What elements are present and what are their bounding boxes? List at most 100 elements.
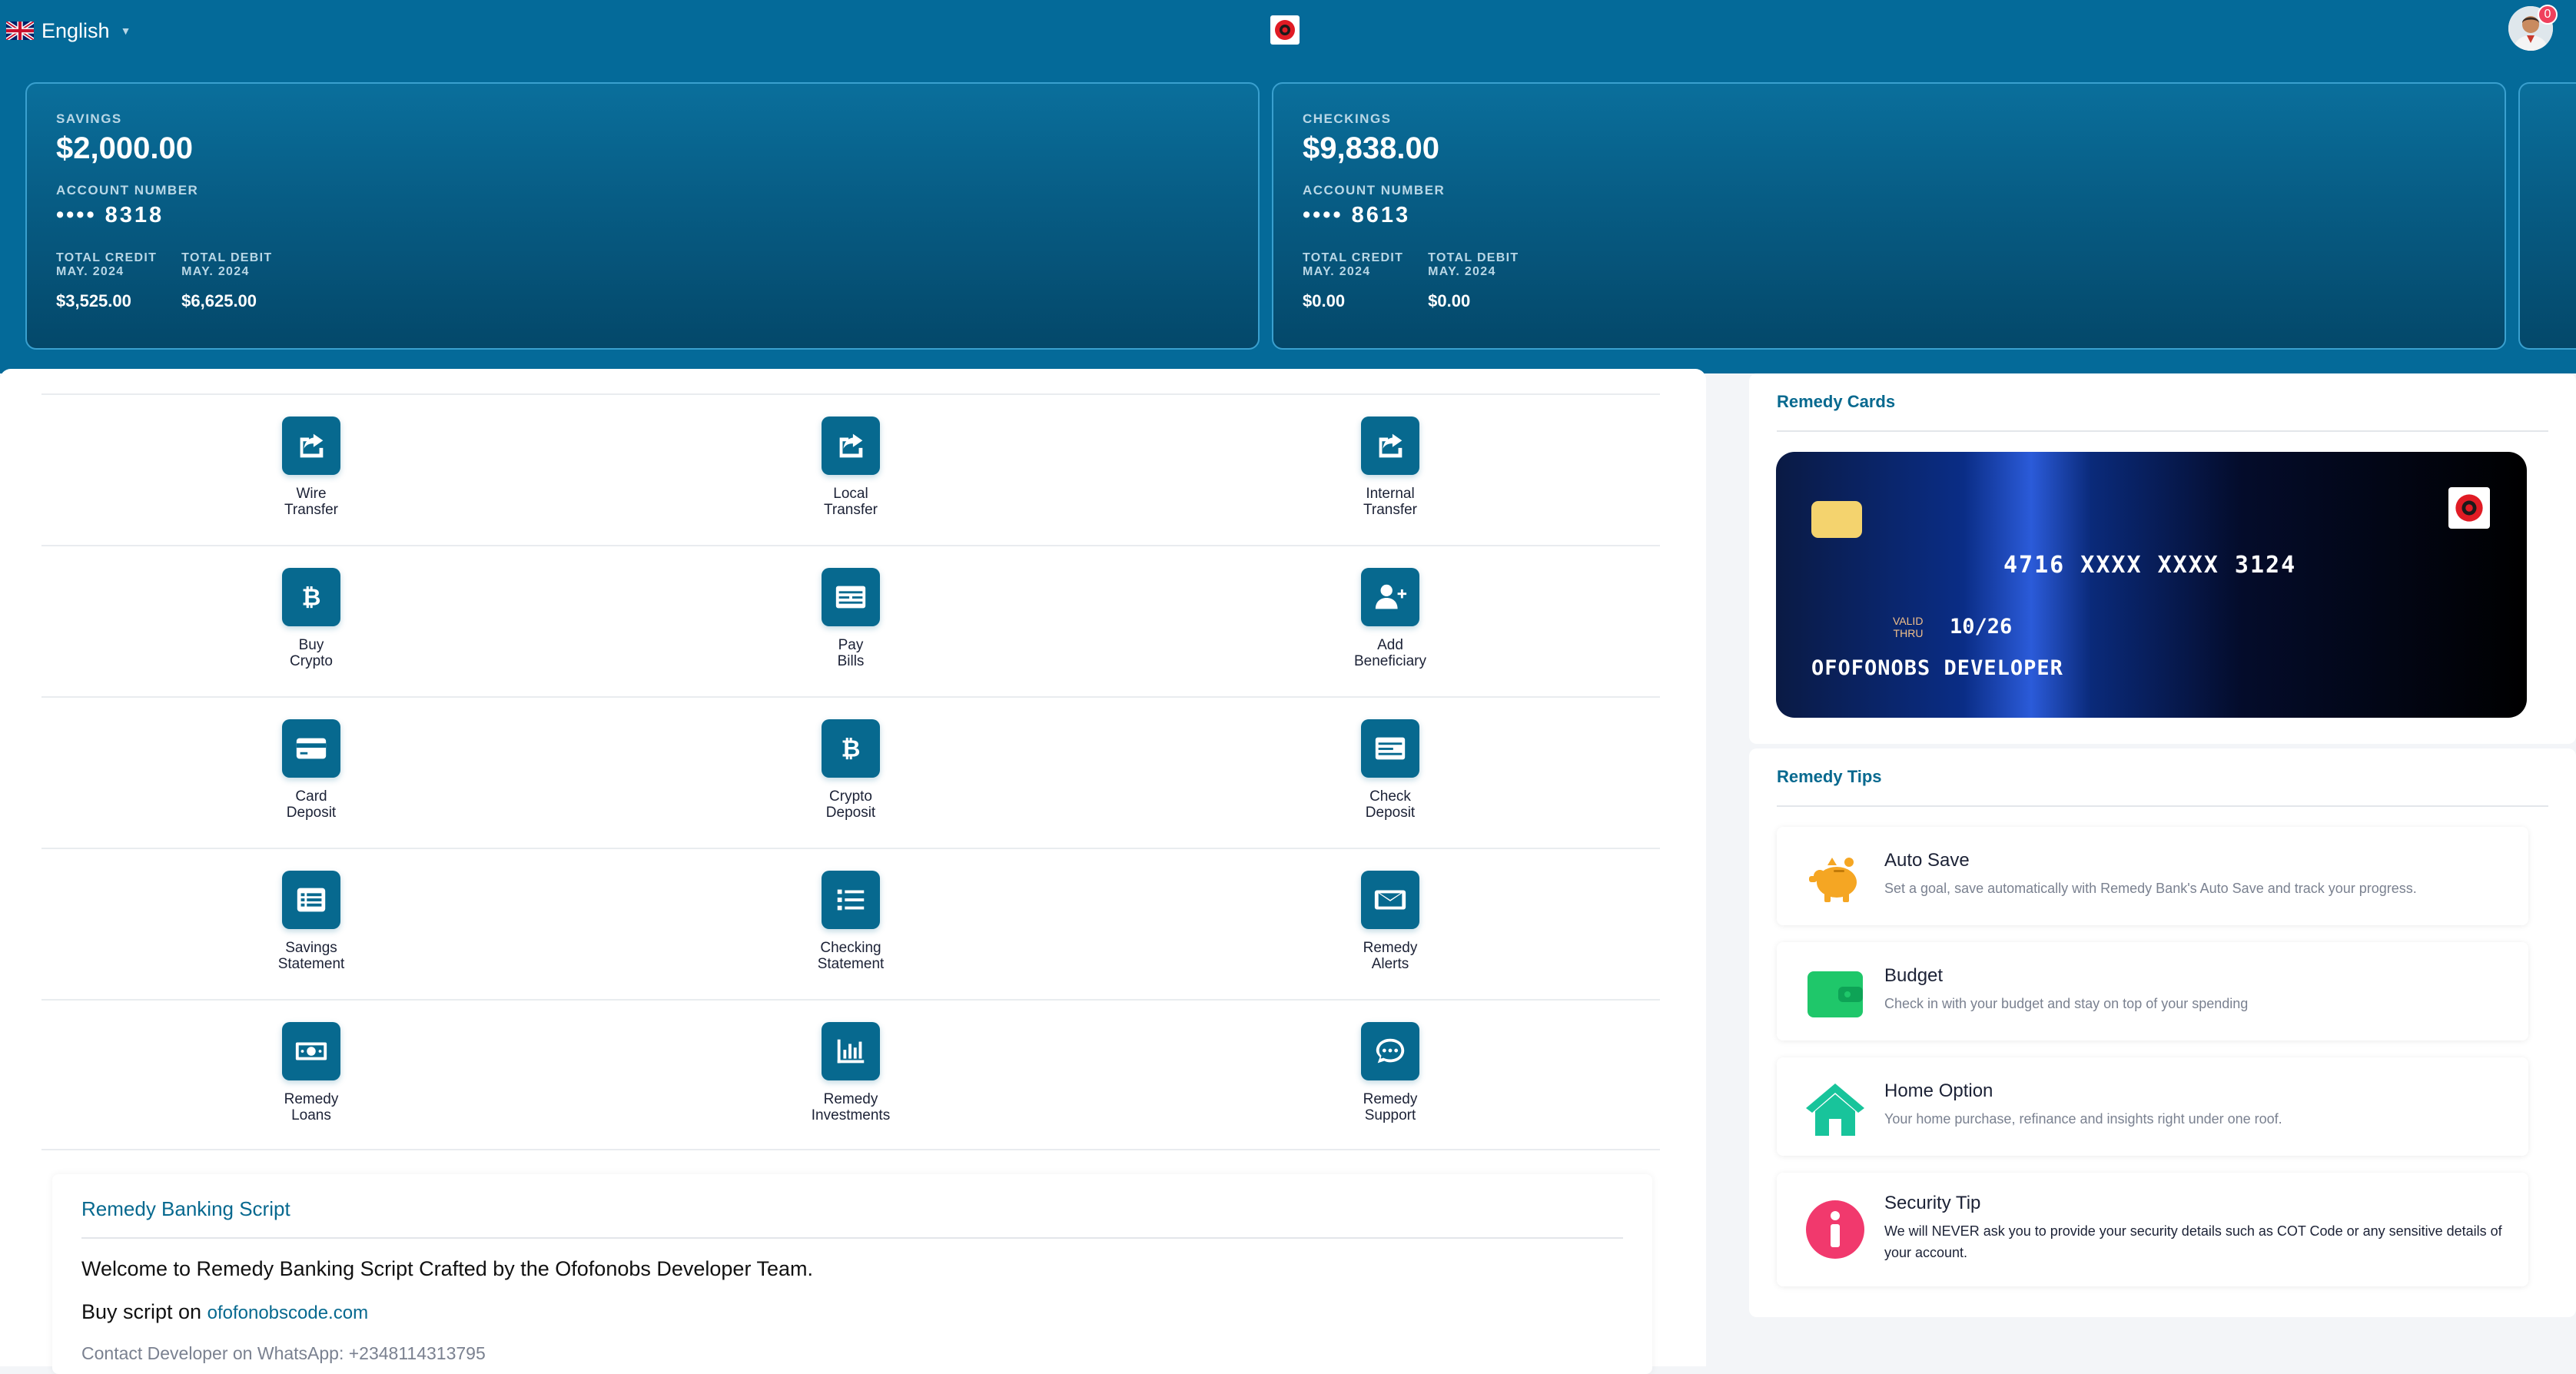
action-label: Loans [291,1107,331,1123]
action-label: Wire [296,486,327,502]
add-beneficiary-button[interactable]: Add Beneficiary [1120,546,1660,696]
remedy-cards-panel: Remedy Cards 4716 XXXX XXXX 3124 VALID T… [1749,373,2576,744]
savings-statement-button[interactable]: Savings Statement [41,849,581,999]
action-label: Support [1364,1107,1416,1123]
card-expiry: 10/26 [1950,615,2013,639]
tip-title: Security Tip [1884,1193,1981,1213]
card-number: 4716 XXXX XXXX 3124 [2003,552,2297,579]
total-credit-label: TOTAL CREDIT [1303,251,1404,264]
list-icon [837,889,865,911]
buy-script-link[interactable]: ofofonobscode.com [207,1303,368,1323]
wire-transfer-button[interactable]: Wire Transfer [41,395,581,545]
account-type: SAVINGS [56,111,122,126]
savings-account-card[interactable]: SAVINGS $2,000.00 ACCOUNT NUMBER •••• 83… [25,82,1260,350]
checkings-account-card[interactable]: CHECKINGS $9,838.00 ACCOUNT NUMBER •••• … [1272,82,2506,350]
action-label: Pay [838,637,864,653]
action-label: Savings [285,940,337,956]
account-balance: $2,000.00 [56,131,193,165]
header: English ▼ 0 SAVINGS $2,000.00 ACCOUNT NU… [0,0,2576,373]
total-credit-period: MAY. 2024 [56,265,124,278]
action-label: Remedy [284,1091,339,1107]
tip-title: Auto Save [1884,850,1970,871]
action-label: Local [833,486,868,502]
check-icon [1375,737,1406,760]
info-title: Remedy Banking Script [81,1197,290,1220]
bitcoin-icon: ₿ [302,585,321,612]
user-menu[interactable]: 0 [2508,5,2558,52]
total-debit-value: $0.00 [1428,291,1471,310]
action-label: Deposit [825,805,876,821]
account-card-partial[interactable] [2518,82,2576,350]
tip-text: We will NEVER ask you to provide your se… [1884,1223,2502,1260]
valid-thru-label: VALID THRU [1893,615,1923,639]
action-label: Statement [817,956,885,972]
user-plus-icon [1375,584,1407,609]
action-label: Beneficiary [1354,653,1426,669]
share-icon [839,433,863,458]
internal-transfer-button[interactable]: Internal Transfer [1120,395,1660,545]
divider [1777,430,2548,432]
section-title: Remedy Cards [1777,392,1896,411]
total-debit-period: MAY. 2024 [181,265,250,278]
action-label: Remedy [1363,1091,1418,1107]
brand-logo[interactable] [1270,15,1300,45]
card-deposit-button[interactable]: Card Deposit [41,698,581,848]
total-debit-period: MAY. 2024 [1428,265,1496,278]
tip-title: Budget [1884,965,1944,986]
total-debit-label: TOTAL DEBIT [1428,251,1519,264]
language-label: English [41,18,110,42]
check-deposit-button[interactable]: Check Deposit [1120,698,1660,848]
account-number: •••• 8613 [1303,203,1411,227]
action-label: Bills [837,653,865,669]
info-icon [1806,1200,1864,1259]
local-transfer-button[interactable]: Local Transfer [581,395,1120,545]
credit-card-icon [296,738,327,759]
tip-home-option[interactable]: Home Option Your home purchase, refinanc… [1777,1057,2528,1156]
quick-actions-grid: Wire Transfer Local Transfer Internal Trans… [41,393,1660,1150]
action-label: Internal [1366,486,1415,502]
action-label: Crypto [829,788,872,805]
pay-bills-button[interactable]: Pay Bills [581,546,1120,696]
language-selector[interactable]: English ▼ [6,15,131,46]
tip-security[interactable]: Security Tip We will NEVER ask you to pr… [1777,1173,2528,1286]
action-label: Checking [820,940,881,956]
thru-label: THRU [1893,627,1924,639]
action-label: Remedy [1363,940,1418,956]
chevron-down-icon: ▼ [120,25,131,37]
tip-text: Set a goal, save automatically with Reme… [1884,881,2417,896]
bitcoin-icon: ₿ [842,736,861,763]
remedy-alerts-button[interactable]: Remedy Alerts [1120,849,1660,999]
debit-card[interactable]: 4716 XXXX XXXX 3124 VALID THRU 10/26 OFO… [1776,452,2527,718]
checking-statement-button[interactable]: Checking Statement [581,849,1120,999]
divider [81,1237,1623,1239]
total-credit-label: TOTAL CREDIT [56,251,158,264]
logo-icon [2455,494,2483,522]
buy-crypto-button[interactable]: ₿ Buy Crypto [41,546,581,696]
action-label: Crypto [290,653,333,669]
total-credit-value: $0.00 [1303,291,1346,310]
tip-auto-save[interactable]: Auto Save Set a goal, save automatically… [1777,827,2528,925]
account-balance: $9,838.00 [1303,131,1439,165]
logo-icon [1275,20,1295,40]
section-title: Remedy Tips [1777,767,1882,786]
bill-icon [835,586,866,609]
action-label: Statement [277,956,345,972]
buy-script-text: Buy script on ofofonobscode.com [81,1300,368,1324]
action-label: Remedy [823,1091,878,1107]
action-label: Buy [298,637,324,653]
buy-prefix: Buy script on [81,1300,202,1323]
remedy-tips-panel: Remedy Tips Auto Save Set a goal, save a… [1749,748,2576,1317]
remedy-support-button[interactable]: Remedy Support [1120,1001,1660,1149]
crypto-deposit-button[interactable]: ₿ Crypto Deposit [581,698,1120,848]
total-debit-label: TOTAL DEBIT [181,251,273,264]
action-label: Card [295,788,327,805]
tip-budget[interactable]: Budget Check in with your budget and sta… [1777,942,2528,1040]
account-number: •••• 8318 [56,203,164,227]
action-label: Deposit [1365,805,1416,821]
remedy-loans-button[interactable]: Remedy Loans [41,1001,581,1149]
money-icon [295,1042,327,1060]
remedy-investments-button[interactable]: Remedy Investments [581,1001,1120,1149]
account-type: CHECKINGS [1303,111,1392,126]
svg-text:₿: ₿ [842,736,861,763]
share-icon [300,433,324,458]
